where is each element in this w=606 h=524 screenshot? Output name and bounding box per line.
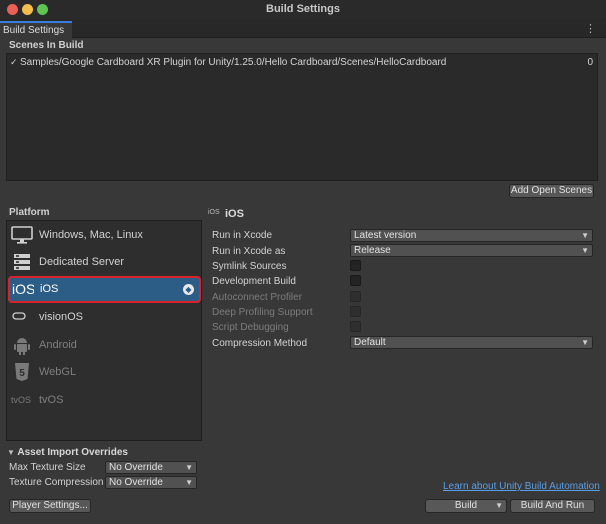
symlink-sources-label: Symlink Sources [212,261,287,272]
dropdown-value: Latest version [354,230,417,241]
ios-icon: iOS [208,209,220,216]
html5-icon: 5 [15,363,29,381]
scene-enabled-checkmark-icon[interactable]: ✓ [10,57,18,68]
android-icon [14,338,30,355]
development-build-label: Development Build [212,276,296,287]
tvos-icon: tvOS [11,395,31,405]
kebab-menu-icon[interactable]: ⋮ [585,22,596,35]
platform-item-android[interactable]: Android [7,332,201,359]
add-open-scenes-button[interactable]: Add Open Scenes [509,184,594,198]
symlink-sources-checkbox[interactable] [350,260,361,271]
platform-item-visionos[interactable]: visionOS [7,304,201,331]
dropdown-value: Release [354,245,391,256]
asset-import-overrides-header: Asset Import Overrides [17,447,128,458]
max-texture-size-dropdown[interactable]: No Override ▼ [105,461,197,474]
texture-compression-label: Texture Compression [9,477,104,488]
platform-label: visionOS [39,311,84,323]
platform-label: iOS [40,283,59,295]
script-debugging-checkbox [350,321,361,332]
autoconnect-profiler-checkbox [350,291,361,302]
scenes-in-build-header: Scenes In Build [9,40,84,51]
texture-compression-dropdown[interactable]: No Override ▼ [105,476,197,489]
autoconnect-profiler-label: Autoconnect Profiler [212,292,303,303]
svg-text:iOS: iOS [12,281,34,297]
run-in-xcode-as-label: Run in Xcode as [212,246,286,257]
platform-label: Dedicated Server [39,256,124,268]
foldout-arrow-icon: ▼ [7,448,15,457]
learn-build-automation-link[interactable]: Learn about Unity Build Automation [443,481,600,492]
chevron-down-icon: ▼ [185,478,193,487]
scene-path: Samples/Google Cardboard XR Plugin for U… [20,57,447,68]
build-button-label: Build [454,500,478,511]
server-icon [14,254,30,270]
tab-build-settings[interactable]: Build Settings [0,21,72,38]
platform-item-webgl[interactable]: 5 WebGL [7,359,201,386]
unity-logo-icon: ◆ [183,284,194,295]
platform-item-dedicated-server[interactable]: Dedicated Server [7,249,201,276]
dropdown-value: No Override [109,477,163,488]
ios-icon: iOS [12,281,34,297]
dropdown-value: Default [354,337,386,348]
window-title: Build Settings [266,3,340,15]
chevron-down-icon: ▼ [185,463,193,472]
vision-pro-icon [12,312,26,320]
platform-list: Windows, Mac, Linux Dedicated Server iOS… [6,220,202,441]
platform-item-windows-mac-linux[interactable]: Windows, Mac, Linux [7,222,201,249]
development-build-checkbox[interactable] [350,275,361,286]
platform-label: tvOS [39,394,64,406]
platform-item-ios[interactable]: iOS iOS ◆ [8,276,201,303]
deep-profiling-support-label: Deep Profiling Support [212,307,313,318]
asset-import-overrides-foldout[interactable]: ▼ Asset Import Overrides [7,447,128,458]
chevron-down-icon: ▼ [581,246,589,255]
scenes-list[interactable]: ✓ Samples/Google Cardboard XR Plugin for… [6,53,598,181]
tab-bar: Build Settings ⋮ [0,19,606,38]
build-and-run-button[interactable]: Build And Run [510,499,595,513]
platform-label: Windows, Mac, Linux [39,229,143,241]
chevron-down-icon: ▼ [581,231,589,240]
chevron-down-icon: ▼ [581,338,589,347]
platform-item-tvos[interactable]: tvOS tvOS [7,387,201,414]
run-in-xcode-label: Run in Xcode [212,230,273,241]
svg-text:tvOS: tvOS [11,395,31,405]
scene-row[interactable]: ✓ Samples/Google Cardboard XR Plugin for… [7,56,597,70]
run-in-xcode-dropdown[interactable]: Latest version ▼ [350,229,593,242]
deep-profiling-support-checkbox [350,306,361,317]
run-in-xcode-as-dropdown[interactable]: Release ▼ [350,244,593,257]
player-settings-button[interactable]: Player Settings... [9,499,91,513]
platform-label: Android [39,339,77,351]
build-options-chevron-icon[interactable]: ▼ [495,500,503,512]
scene-index: 0 [587,57,593,68]
compression-method-dropdown[interactable]: Default ▼ [350,336,593,349]
title-bar: Build Settings [0,0,606,19]
platform-header: Platform [9,207,50,218]
dropdown-value: No Override [109,462,163,473]
monitor-icon [11,226,33,244]
platform-label: WebGL [39,366,77,378]
script-debugging-label: Script Debugging [212,322,289,333]
build-settings-window: Build Settings Build Settings ⋮ Scenes I… [0,0,606,524]
compression-method-label: Compression Method [212,338,308,349]
max-texture-size-label: Max Texture Size [9,462,86,473]
platform-settings-title: iOS [225,208,244,220]
build-button[interactable]: Build ▼ [425,499,507,513]
svg-text:5: 5 [19,368,25,379]
